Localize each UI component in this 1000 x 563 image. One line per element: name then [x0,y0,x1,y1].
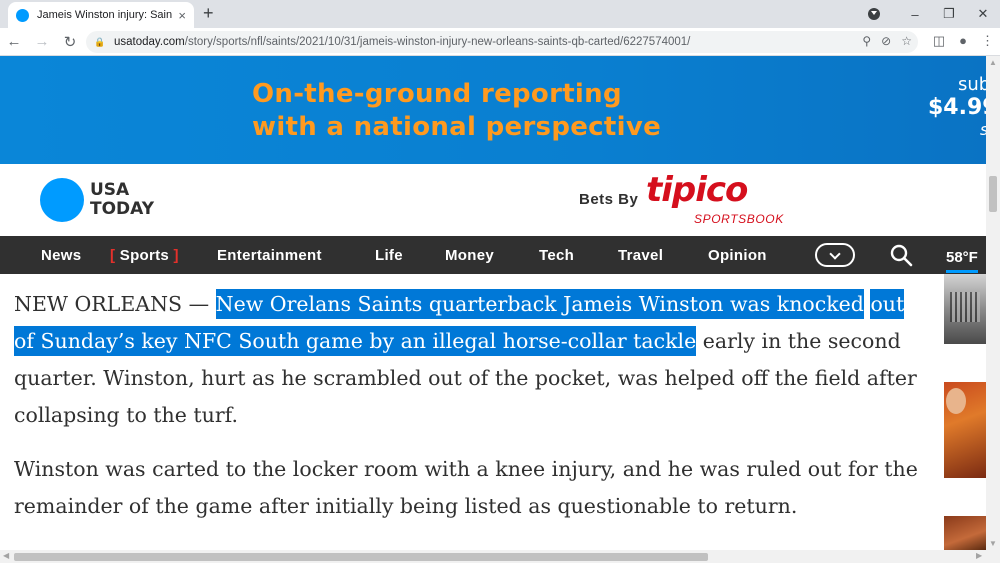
restore-button[interactable]: ❐ [932,6,966,22]
rail-thumbnail-player[interactable] [944,382,986,478]
nav-sports-label: Sports [119,247,170,264]
page-viewport: On-the-ground reporting with a national … [0,56,986,550]
rail-thumbnail-story[interactable] [944,516,986,550]
rail-thumbnail-stadium[interactable] [944,274,986,344]
scroll-up-arrow-icon[interactable]: ▲ [989,58,997,67]
lock-icon[interactable]: 🔒 [94,37,105,47]
horizontal-scroll-thumb[interactable] [14,553,708,561]
usatoday-favicon-icon [16,8,29,22]
ad-headline-line1: On-the-ground reporting [252,79,622,109]
reload-icon[interactable]: ↻ [56,33,84,51]
minimize-button[interactable]: – [898,7,932,22]
nav-news[interactable]: News [41,236,81,274]
close-window-button[interactable]: ✕ [966,6,1000,22]
zoom-icon[interactable]: ⚲ [862,34,871,48]
nav-money[interactable]: Money [445,236,494,274]
dateline: NEW ORLEANS — [14,292,216,316]
browser-tab[interactable]: Jameis Winston injury: Saints QB × [8,2,194,28]
ad-offer: sub $4.99 s [928,74,986,139]
vertical-scroll-thumb[interactable] [989,176,997,212]
nav-bracket-left: [ [110,247,116,264]
profile-avatar-icon[interactable]: ● [959,33,967,49]
search-icon[interactable] [889,243,913,267]
nav-opinion[interactable]: Opinion [708,236,767,274]
forward-arrow-icon[interactable]: → [28,33,56,50]
ad-offer-price: $4.99 [928,95,986,120]
address-bar[interactable]: 🔒 usatoday.com/story/sports/nfl/saints/2… [86,31,918,53]
sponsor-sublabel: SPORTSBOOK [694,212,784,226]
weather-temp[interactable]: 58°F [946,240,978,273]
back-arrow-icon[interactable]: ← [0,33,28,50]
scroll-left-arrow-icon[interactable]: ◀ [3,551,9,560]
menu-kebab-icon[interactable]: ⋮ [981,33,994,49]
nav-sports[interactable]: [ Sports ] [110,236,179,274]
site-logo[interactable]: USA TODAY [90,181,154,219]
scroll-right-arrow-icon[interactable]: ▶ [976,551,982,560]
url-host: usatoday.com [114,36,185,48]
ad-offer-small: s [928,120,986,139]
side-panel-icon[interactable]: ◫ [933,33,945,49]
tab-title: Jameis Winston injury: Saints QB [37,9,173,21]
nav-tech[interactable]: Tech [539,236,574,274]
ad-headline-line2: with a national perspective [252,112,662,142]
article-paragraph-2: Winston was carted to the locker room wi… [14,457,918,518]
more-chevron-icon[interactable] [815,243,855,267]
toolbar: ← → ↻ 🔒 usatoday.com/story/sports/nfl/sa… [0,28,1000,56]
horizontal-scrollbar[interactable]: ◀ ▶ [0,550,1000,563]
ad-offer-sub: sub [958,74,986,95]
tab-strip: Jameis Winston injury: Saints QB × + – ❐… [0,0,1000,28]
nav-bracket-right: ] [173,247,179,264]
url-path: /story/sports/nfl/saints/2021/10/31/jame… [184,36,691,48]
ad-headline: On-the-ground reporting with a national … [252,78,661,144]
nav-life[interactable]: Life [375,236,403,274]
logo-line1: USA [90,180,130,200]
tab-search-icon[interactable] [868,8,880,20]
nav-travel[interactable]: Travel [618,236,663,274]
sponsor-label: Bets By [579,191,639,208]
main-nav: News [ Sports ] Entertainment Life Money… [0,236,986,274]
ad-banner[interactable]: On-the-ground reporting with a national … [0,56,986,164]
masthead: USA TODAY Bets By tipico SPORTSBOOK [0,164,986,236]
sponsor-logo[interactable]: tipico [646,172,748,208]
new-tab-button[interactable]: + [203,3,214,24]
selected-text-1: New Orelans Saints quarterback Jameis Wi… [215,289,864,319]
article-body: NEW ORLEANS — New Orelans Saints quarter… [14,286,926,542]
window-controls: – ❐ ✕ [868,0,1000,28]
bookmark-star-icon[interactable]: ☆ [901,34,912,48]
scroll-down-arrow-icon[interactable]: ▼ [989,539,997,548]
tab-close-icon[interactable]: × [178,8,186,23]
vertical-scrollbar[interactable]: ▲ ▼ [986,56,1000,550]
article-paragraph-1: NEW ORLEANS — New Orelans Saints quarter… [14,286,926,434]
tracking-protection-icon[interactable]: ⊘ [881,34,891,48]
nav-entertainment[interactable]: Entertainment [217,236,322,274]
logo-line2: TODAY [90,199,154,219]
usatoday-logo-icon[interactable] [40,178,84,222]
